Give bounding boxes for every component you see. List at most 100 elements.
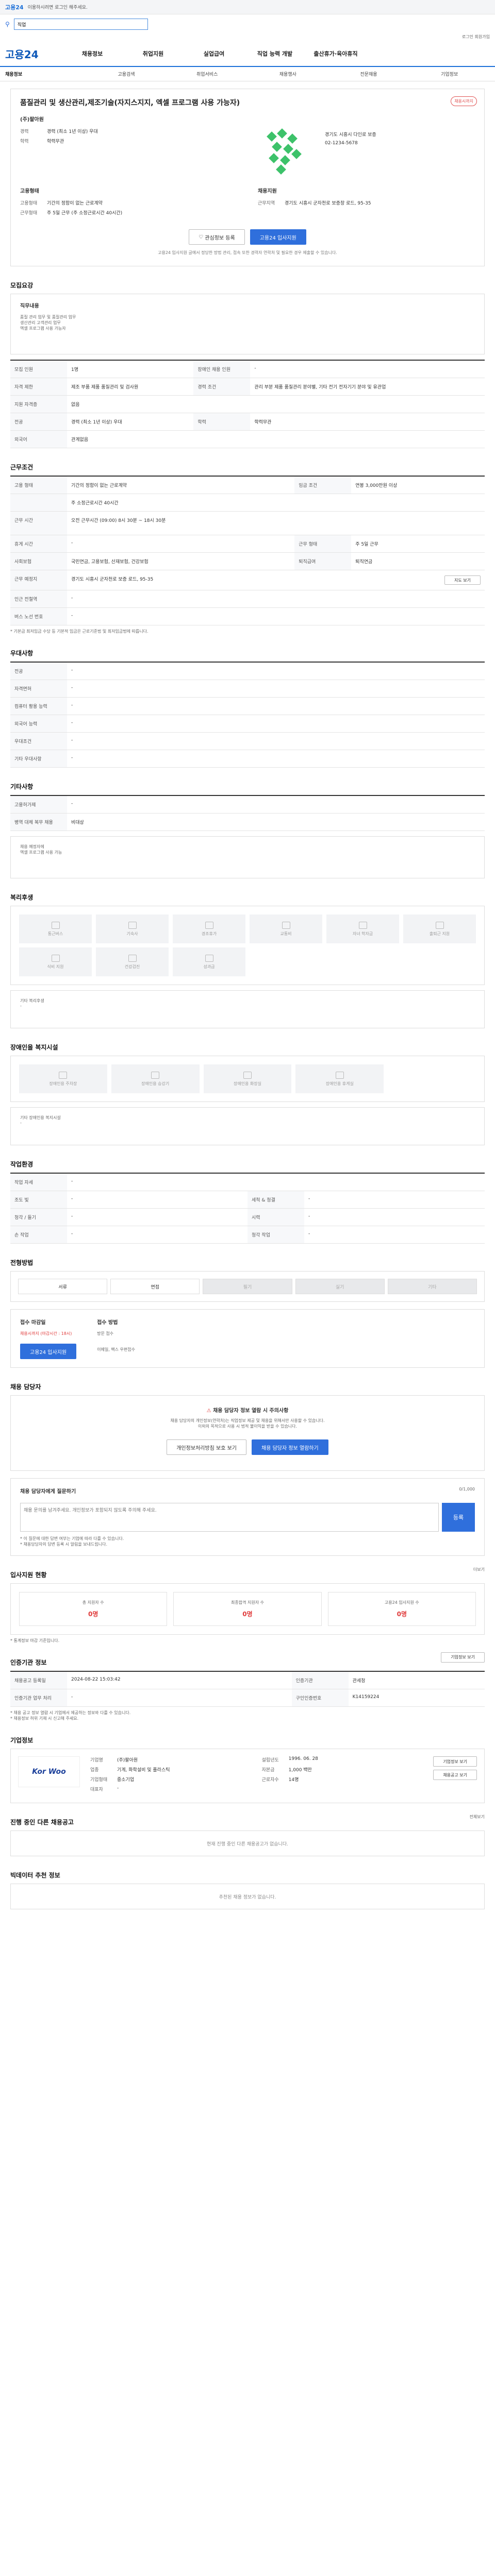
table-key: 버스 노선 번호	[10, 607, 67, 625]
stat-card: 총 지원자 수 0명	[19, 1592, 168, 1626]
gnb-item[interactable]: 출산휴가·육아휴직	[305, 49, 366, 58]
etc-box: 채용 예정자에 엑셀 프로그램 사용 가능	[10, 836, 485, 878]
company-key: 자본금	[261, 1768, 275, 1773]
subnav-item[interactable]: 고용검색	[86, 71, 167, 77]
gnb-item[interactable]: 실업급여	[184, 49, 244, 58]
work-table: 고용 형태 기간의 정함이 없는 근로계약 임금 조건 연봉 3,000만원 이상 주…	[10, 476, 485, 625]
calendar-icon	[205, 921, 213, 929]
summary-row: 경기도 시흥시 다인로 보증	[325, 131, 376, 138]
qa-textarea[interactable]	[20, 1503, 439, 1532]
table-row: 지원 자격증 없음	[10, 395, 485, 413]
company-jobs-button[interactable]: 채용공고 보기	[433, 1770, 477, 1780]
summary-value: 경기도 시흥시 다인로 보증	[325, 132, 376, 138]
table-key: 구인인증번호	[291, 1689, 349, 1707]
etc-table: 고용허가제 - 병역 대체 복무 채용 비대상	[10, 795, 485, 831]
qa-submit-button[interactable]: 등록	[442, 1503, 475, 1532]
facility-label: 장애인용 화장실	[233, 1081, 262, 1086]
stats-box: 총 지원자 수 0명 최종합격 지원자 수 0명 고용24 입사지원 수 0명	[10, 1583, 485, 1635]
gnb-item[interactable]: 채용정보	[62, 49, 123, 58]
summary-right-text: 경기도 시흥시 다인로 보증 02-1234-5678	[325, 128, 376, 179]
apply-button-2[interactable]: 고용24 입사지원	[20, 1344, 77, 1359]
health-icon	[128, 954, 137, 962]
table-value: -	[67, 1226, 248, 1244]
stat-value: 0명	[242, 1611, 253, 1618]
gnb-item[interactable]: 직업 능력 개발	[244, 49, 305, 58]
search-input[interactable]	[13, 19, 148, 30]
table-key: 병역 대체 복무 채용	[10, 813, 67, 831]
company-value: (주)팔아원	[117, 1758, 138, 1763]
commute-icon	[435, 921, 444, 929]
gnb-item[interactable]: 취업지원	[123, 49, 184, 58]
stat-value: 0명	[88, 1611, 98, 1618]
table-key: 외국어	[10, 430, 67, 448]
stat-value: 0명	[397, 1611, 407, 1618]
table-value: -	[250, 360, 485, 378]
subnav-item[interactable]: 채용정보	[5, 71, 86, 77]
brand-logo[interactable]: 고용24	[5, 46, 62, 61]
welfare-extra-label: 기타 복리후생	[20, 998, 44, 1003]
reginfo-note: * 채용정보 허위 기재 시 신고해 주세요.	[10, 1716, 79, 1721]
subnav-item[interactable]: 전문채용	[328, 71, 409, 77]
company-info-button[interactable]: 기업정보 보기	[433, 1756, 477, 1767]
company-row: 기업명 (주)팔아원	[90, 1756, 252, 1763]
welfare-label: 식비 지원	[47, 964, 64, 969]
duty-box: 직무내용 품질 관리 업무 및 품질관리 업무 생산관리 고객관리 업무 엑셀 …	[10, 294, 485, 354]
table-key: 휴게 시간	[10, 535, 67, 553]
disabled-extra-value: -	[20, 1121, 22, 1125]
stats-more-link[interactable]: 더보기	[473, 1567, 485, 1572]
section-title-etc: 기타사항	[10, 783, 34, 790]
table-value: 연봉 3,000만원 이상	[351, 476, 485, 494]
reginfo-button[interactable]: 기업정보 보기	[441, 1652, 485, 1663]
group-title: 고용형태	[20, 189, 39, 194]
table-key: 자격면허	[10, 680, 67, 698]
welfare-item: 경조휴가	[173, 914, 245, 943]
table-key: 임금 조건	[294, 476, 352, 494]
interest-button[interactable]: ♡ 관심정보 등록	[189, 229, 245, 245]
recruit-table: 모집 인원 1명 장애인 채용 인원 - 자격 제한 제조 부품 제품 품질관리 및 검…	[10, 360, 485, 448]
duty-line: 엑셀 프로그램 사용 가능자	[20, 326, 66, 331]
view-contact-button[interactable]: 채용 담당자 정보 열람하기	[252, 1439, 328, 1455]
map-button[interactable]: 지도 보기	[444, 575, 481, 585]
other-jobs-header: 진행 중인 다른 채용공고 전체보기	[10, 1803, 485, 1831]
facility-label: 장애인용 휴게실	[325, 1081, 354, 1086]
etc-sub: 채용 예정자에	[20, 844, 44, 849]
summary-key: 고용형태	[20, 201, 38, 206]
welfare-item: 교통비	[250, 914, 322, 943]
util-links[interactable]: 로그인 회원가입	[0, 34, 495, 41]
other-jobs-more[interactable]: 전체보기	[470, 1814, 485, 1820]
company-info-right: 설립년도 1996. 06. 28 자본금 1,000 백만 근로자수 14명	[262, 1756, 423, 1795]
company-name[interactable]: (주)팔아원	[20, 115, 475, 123]
welfare-label: 자녀 학자금	[352, 931, 373, 936]
section-title-work: 근무조건	[10, 464, 34, 471]
summary-row: 근무지역 경기도 시흥시 군자천로 보증창 로드, 95-35	[258, 199, 475, 206]
company-value: -	[117, 1786, 119, 1791]
welfare-label: 교통비	[280, 931, 292, 936]
apply-button[interactable]: 고용24 입사지원	[250, 229, 306, 245]
table-key: 전공	[10, 662, 67, 680]
table-value: -	[67, 662, 485, 680]
table-value: 국민연금, 고용보험, 산재보험, 건강보험	[67, 552, 295, 570]
subnav-item[interactable]: 채용행사	[248, 71, 328, 77]
small-logo[interactable]: 고용24	[5, 3, 24, 11]
qa-header: 채용 담당자에게 질문하기 0/1,000	[20, 1487, 475, 1500]
apply-info-box: 접수 마감일 채용시까지 (마감시간 : 18시) 고용24 입사지원 접수 방…	[10, 1309, 485, 1368]
summary-row: 02-1234-5678	[325, 141, 376, 146]
work-address: 경기도 시흥시 군자천로 보증 로드, 95-35	[71, 577, 154, 582]
table-value: -	[304, 1226, 485, 1244]
deadline-label: 접수 마감일	[20, 1320, 46, 1326]
section-title-process: 전형방법	[10, 1259, 34, 1266]
table-key: 고용 형태	[10, 476, 67, 494]
subnav-item[interactable]: 기업정보	[409, 71, 490, 77]
summary-right: 경기도 시흥시 다인로 보증 02-1234-5678	[258, 128, 475, 179]
meal-icon	[51, 954, 60, 962]
subnav-item[interactable]: 취업서비스	[167, 71, 248, 77]
table-key: 고용허가제	[10, 795, 67, 814]
bus-icon	[51, 921, 60, 929]
contact-actions: 개인정보처리방침 보호 보기 채용 담당자 정보 열람하기	[21, 1439, 474, 1455]
elevator-icon	[151, 1071, 160, 1079]
privacy-policy-button[interactable]: 개인정보처리방침 보호 보기	[167, 1439, 246, 1455]
table-row: 근무 예정지 경기도 시흥시 군자천로 보증 로드, 95-35 지도 보기	[10, 570, 485, 590]
env-table: 작업 자세 - 조도 빛 - 세척 & 청결 - 청각 / 들기 - 시력 - 손 작업 - 청각…	[10, 1173, 485, 1244]
process-grid: 서류 면접 필기 실기 기타	[10, 1271, 485, 1302]
table-key: 사회보험	[10, 552, 67, 570]
